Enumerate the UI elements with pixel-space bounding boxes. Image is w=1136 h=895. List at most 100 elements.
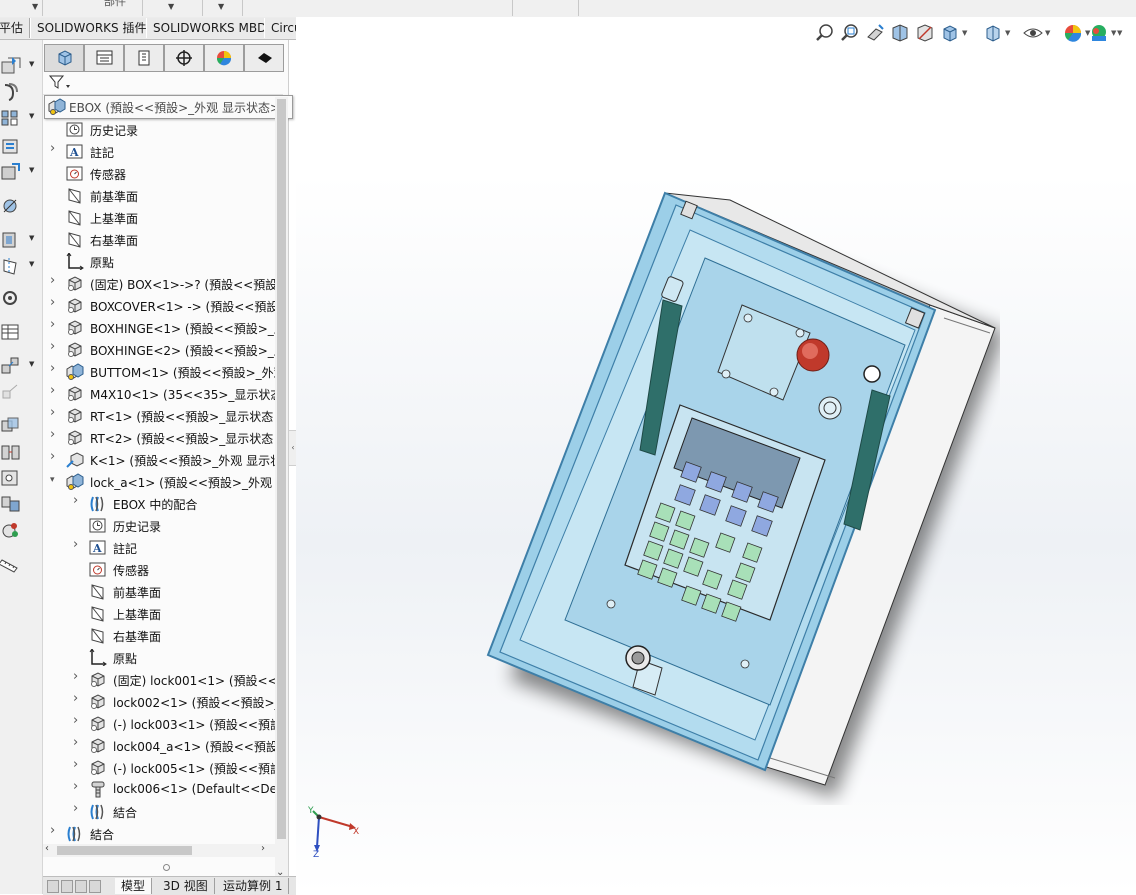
explode-line-button[interactable] [0,380,26,402]
expand-arrow-icon[interactable]: › [50,427,58,442]
zoom-to-fit-button[interactable] [815,23,835,43]
move-component-button[interactable]: ▼ [0,160,34,182]
next-tab-button[interactable] [75,880,87,893]
expand-arrow-icon[interactable]: › [50,295,58,310]
smart-fasteners-button[interactable] [0,134,26,156]
tab-3d-view[interactable]: 3D 视图 [157,878,215,894]
expand-arrow-icon[interactable]: › [73,801,81,816]
top-command-strip: ▼ 部件 ▼ ▼ [0,0,1136,18]
strip-cell[interactable] [242,0,513,16]
assembly-visualization-button[interactable] [0,518,26,540]
chevron-down-icon[interactable]: ▼ [218,1,224,13]
tree-item-label: 前基準面 [90,190,139,204]
bill-of-materials-button[interactable] [0,320,26,342]
part-icon [89,737,107,754]
vertical-scroll-thumb[interactable] [277,99,286,839]
expand-arrow-icon[interactable]: › [73,779,81,794]
hide-show-items-button[interactable]: ▼ [1023,23,1050,43]
assembly-icon [66,473,84,490]
horizontal-scroll-thumb[interactable] [57,846,192,855]
chevron-down-icon[interactable]: ▼ [29,360,34,368]
expand-arrow-icon[interactable]: › [73,537,81,552]
reference-geometry-button[interactable]: ▼ [0,254,34,276]
section-view-button[interactable] [890,23,910,43]
tab-motion-study-1[interactable]: 运动算例 1 [217,878,290,894]
view-orientation-button[interactable]: ▼ [940,23,967,43]
expand-arrow-icon[interactable]: › [50,361,58,376]
strip-cell[interactable]: 部件 [42,0,143,16]
expand-arrow-icon[interactable]: › [73,493,81,508]
chevron-down-icon[interactable]: ▼ [29,60,34,68]
tree-root-assembly[interactable]: EBOX (預設<<預設>_外观 显示状态>) [44,95,293,119]
expand-arrow-icon[interactable]: › [73,713,81,728]
strip-cell[interactable]: ▼ [142,0,203,16]
tree-item-label: 历史记录 [90,124,139,138]
chevron-left-icon[interactable]: ‹ [45,843,49,854]
expand-arrow-icon[interactable]: › [50,449,58,464]
exploded-view-button[interactable]: ▼ [0,354,34,376]
new-motion-study-button[interactable] [0,286,26,308]
tab-solidworks-mbd[interactable]: SOLIDWORKS MBD [146,18,274,38]
ebox-3d-model[interactable] [480,185,1000,805]
expand-arrow-icon[interactable]: › [50,317,58,332]
svg-text:A: A [92,542,102,555]
last-tab-button[interactable] [89,880,101,893]
interference-detection-button[interactable] [0,414,26,436]
chevron-down-icon[interactable]: ▼ [29,234,34,242]
zoom-to-area-button[interactable] [840,23,860,43]
collapse-arrow-icon[interactable]: ▾ [50,475,58,485]
reference-triad: X Y Z [307,806,359,860]
expand-arrow-icon[interactable]: › [50,339,58,354]
mate-button[interactable] [0,80,26,102]
first-tab-button[interactable] [47,880,59,893]
expand-arrow-icon[interactable]: › [73,691,81,706]
chevron-down-icon[interactable]: ▼ [168,1,174,13]
strip-cell[interactable] [512,0,579,16]
chevron-right-icon[interactable]: › [261,843,265,854]
tree-item-label: 註記 [90,146,115,160]
apply-scene-button[interactable]: ▼ [1089,23,1116,43]
sensor-icon [66,165,84,182]
show-hidden-button[interactable] [0,194,26,216]
tree-item-label: 历史记录 [113,520,162,534]
dynamic-annotation-button[interactable] [915,23,935,43]
chevron-down-icon[interactable]: ▼ [1045,29,1050,37]
sensor-icon [89,561,107,578]
measure-button[interactable] [0,492,26,514]
chevron-down-icon[interactable]: ▼ [962,29,967,37]
expand-arrow-icon[interactable]: › [73,757,81,772]
chevron-down-icon[interactable]: ▼ [29,112,34,120]
previous-tab-button[interactable] [61,880,73,893]
instant3d-button[interactable] [0,552,26,574]
splitter-handle[interactable] [163,864,170,871]
view-settings-button[interactable]: ▼ [1115,23,1135,43]
assembly-features-button[interactable]: ▼ [0,228,34,250]
tab-solidworks-addins[interactable]: SOLIDWORKS 插件 [30,18,154,38]
expand-arrow-icon[interactable]: › [50,141,58,156]
chevron-down-icon[interactable]: ▼ [29,166,34,174]
chevron-down-icon[interactable]: ▼ [1117,29,1122,37]
edit-appearance-button[interactable]: ▼ [1063,23,1090,43]
insert-components-button[interactable]: ▼ [0,54,34,76]
expand-arrow-icon[interactable]: › [50,405,58,420]
annotation-icon: A [89,539,107,556]
clearance-verification-button[interactable] [0,440,26,462]
tree-vertical-scrollbar[interactable]: ⌄ [275,97,288,885]
chevron-down-icon[interactable]: ▼ [29,260,34,268]
strip-cell[interactable]: ▼ [202,0,243,16]
display-style-button[interactable]: ▼ [983,23,1010,43]
chevron-down-icon[interactable]: ▼ [32,1,38,13]
expand-arrow-icon[interactable]: › [50,823,58,838]
tab-model[interactable]: 模型 [115,878,153,894]
expand-arrow-icon[interactable]: › [73,735,81,750]
hole-alignment-button[interactable] [0,466,26,488]
pattern-button[interactable]: ▼ [0,106,34,128]
expand-arrow-icon[interactable]: › [73,669,81,684]
expand-arrow-icon[interactable]: › [50,383,58,398]
expand-arrow-icon[interactable]: › [50,273,58,288]
chevron-down-icon[interactable]: ▼ [1005,29,1010,37]
previous-view-button[interactable] [865,23,885,43]
tree-horizontal-scrollbar[interactable]: ‹ › [43,843,275,857]
strip-cell[interactable]: ▼ [0,0,43,16]
tab-evaluate[interactable]: 平估 [0,18,31,38]
